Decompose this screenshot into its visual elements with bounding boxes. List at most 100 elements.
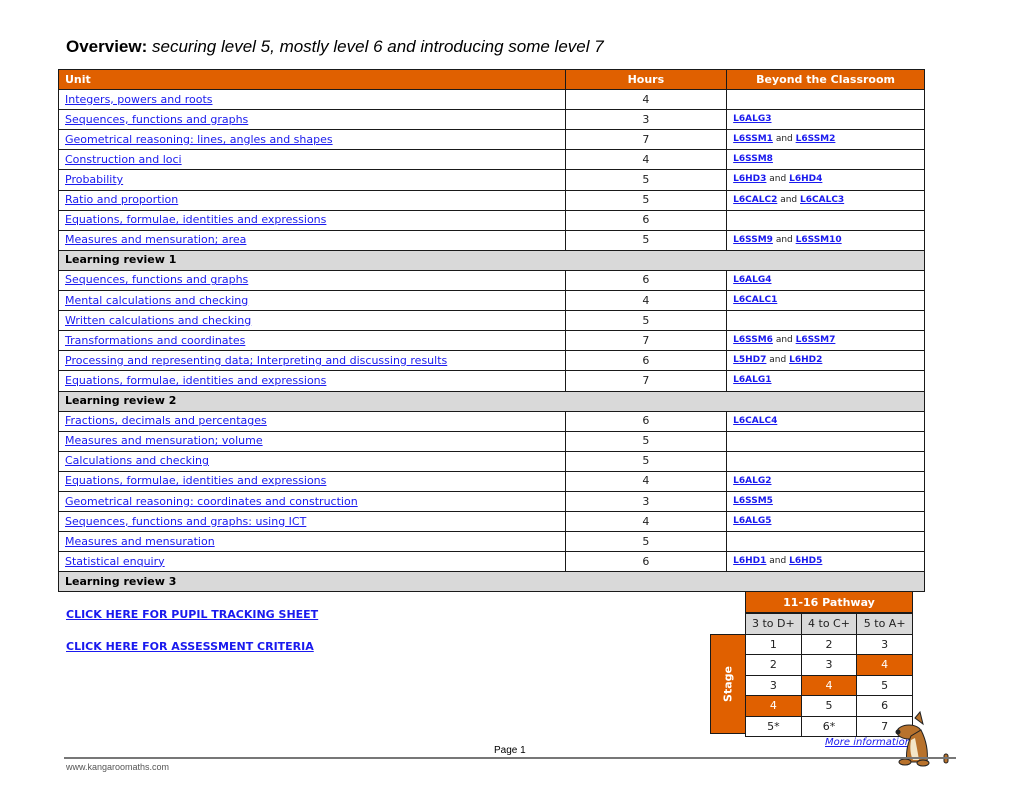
unit-link[interactable]: Processing and representing data; Interp…: [65, 354, 447, 367]
table-row: Probability 5 L6HD3 and L6HD4: [58, 169, 925, 191]
link-joiner: and: [769, 556, 787, 567]
beyond-cell: L6SSM5: [726, 490, 925, 513]
pathway-cell: 2: [800, 633, 858, 655]
resource-code-link[interactable]: L6SSM8: [733, 154, 773, 164]
unit-cell: Calculations and checking: [58, 450, 566, 472]
pupil-tracking-link[interactable]: CLICK HERE FOR PUPIL TRACKING SHEET: [66, 608, 318, 621]
table-row: Geometrical reasoning: coordinates and c…: [58, 490, 925, 513]
unit-link[interactable]: Geometrical reasoning: coordinates and c…: [65, 495, 358, 508]
pathway-table: 11-16 Pathway 3 to D+ 4 to C+ 5 to A+ 1 2 3 2 3…: [745, 591, 913, 737]
resource-code-link[interactable]: L6HD5: [789, 556, 822, 566]
footer-divider: [64, 757, 956, 759]
resource-code-link[interactable]: L6SSM7: [796, 335, 836, 345]
resource-code-link[interactable]: L6SSM9: [733, 235, 773, 245]
resource-code-link[interactable]: L6SSM5: [733, 496, 773, 506]
table-row: Measures and mensuration 5: [58, 531, 925, 553]
title-italic: securing level 5, mostly level 6 and int…: [152, 37, 604, 56]
unit-link[interactable]: Geometrical reasoning: lines, angles and…: [65, 133, 333, 146]
unit-cell: Equations, formulae, identities and expr…: [58, 209, 566, 231]
resource-code-link[interactable]: L6HD2: [789, 355, 822, 365]
resource-code-link[interactable]: L6CALC4: [733, 416, 777, 426]
resource-code-link[interactable]: L6CALC3: [800, 195, 844, 205]
unit-link[interactable]: Written calculations and checking: [65, 314, 251, 327]
beyond-cell: L6HD1 and L6HD5: [726, 551, 925, 573]
resource-code-link[interactable]: L6SSM6: [733, 335, 773, 345]
assessment-criteria-link[interactable]: CLICK HERE FOR ASSESSMENT CRITERIA: [66, 640, 314, 653]
resource-code-link[interactable]: L6CALC1: [733, 295, 777, 305]
unit-link[interactable]: Transformations and coordinates: [65, 334, 245, 347]
beyond-cell: L6CALC2 and L6CALC3: [726, 189, 925, 211]
resource-code-link[interactable]: L6HD3: [733, 174, 766, 184]
unit-link[interactable]: Equations, formulae, identities and expr…: [65, 213, 326, 226]
page-title: Overview: securing level 5, mostly level…: [66, 37, 604, 57]
table-row: Written calculations and checking 5: [58, 310, 925, 332]
resource-code-link[interactable]: L6SSM1: [733, 134, 773, 144]
resource-code-link[interactable]: L5HD7: [733, 355, 766, 365]
table-row: Ratio and proportion 5 L6CALC2 and L6CALC3: [58, 189, 925, 211]
unit-link[interactable]: Measures and mensuration; area: [65, 233, 246, 246]
beyond-cell: [726, 310, 925, 332]
pathway-cell: 1: [745, 633, 802, 655]
resource-code-link[interactable]: L6ALG1: [733, 375, 771, 385]
table-row: Sequences, functions and graphs 3 L6ALG3: [58, 109, 925, 131]
beyond-cell: L6ALG1: [726, 370, 925, 392]
unit-cell: Construction and loci: [58, 149, 566, 171]
unit-link[interactable]: Sequences, functions and graphs: using I…: [65, 515, 306, 528]
learning-review-label: Learning review 1: [58, 249, 925, 271]
pathway-cell: 3: [745, 674, 802, 696]
unit-link[interactable]: Probability: [65, 173, 123, 186]
unit-link[interactable]: Calculations and checking: [65, 454, 209, 467]
resource-code-link[interactable]: L6ALG5: [733, 516, 771, 526]
resource-code-link[interactable]: L6ALG3: [733, 114, 771, 124]
unit-cell: Integers, powers and roots: [58, 89, 566, 111]
pathway-row: 456: [745, 695, 913, 717]
kangaroo-mascot-icon: [895, 710, 949, 767]
beyond-cell: L6SSM9 and L6SSM10: [726, 229, 925, 251]
resource-code-link[interactable]: L6SSM2: [796, 134, 836, 144]
unit-cell: Measures and mensuration; area: [58, 229, 566, 251]
learning-review-row: Learning review 2: [58, 390, 925, 412]
header-unit: Unit: [58, 68, 566, 91]
beyond-cell: L6ALG5: [726, 511, 925, 533]
unit-cell: Processing and representing data; Interp…: [58, 350, 566, 372]
pathway-title: 11-16 Pathway: [745, 591, 913, 613]
table-row: Integers, powers and roots 4: [58, 89, 925, 111]
unit-cell: Measures and mensuration; volume: [58, 430, 566, 452]
unit-link[interactable]: Ratio and proportion: [65, 193, 178, 206]
unit-cell: Written calculations and checking: [58, 310, 566, 332]
unit-link[interactable]: Construction and loci: [65, 153, 182, 166]
unit-link[interactable]: Fractions, decimals and percentages: [65, 414, 267, 427]
unit-link[interactable]: Equations, formulae, identities and expr…: [65, 474, 326, 487]
beyond-cell: L6SSM8: [726, 149, 925, 171]
table-row: Measures and mensuration; area 5 L6SSM9 an…: [58, 229, 925, 251]
unit-link[interactable]: Mental calculations and checking: [65, 294, 248, 307]
pathway-header-row: 3 to D+ 4 to C+ 5 to A+: [745, 613, 913, 635]
resource-code-link[interactable]: L6HD4: [789, 174, 822, 184]
learning-review-label: Learning review 2: [58, 390, 925, 412]
resource-code-link[interactable]: L6ALG4: [733, 275, 771, 285]
link-joiner: and: [780, 194, 798, 205]
unit-link[interactable]: Measures and mensuration; volume: [65, 434, 263, 447]
beyond-cell: [726, 531, 925, 553]
resource-code-link[interactable]: L6SSM10: [796, 235, 842, 245]
unit-link[interactable]: Integers, powers and roots: [65, 93, 213, 106]
beyond-cell: L6SSM1 and L6SSM2: [726, 129, 925, 151]
unit-link[interactable]: Equations, formulae, identities and expr…: [65, 374, 326, 387]
hours-cell: 7: [564, 129, 728, 151]
learning-review-row: Learning review 1: [58, 249, 925, 271]
unit-link[interactable]: Statistical enquiry: [65, 555, 165, 568]
pathway-column-header: 3 to D+: [745, 613, 802, 635]
unit-link[interactable]: Sequences, functions and graphs: [65, 113, 248, 126]
beyond-cell: [726, 430, 925, 452]
unit-cell: Fractions, decimals and percentages: [58, 410, 566, 432]
table-header-row: Unit Hours Beyond the Classroom: [58, 68, 925, 91]
unit-cell: Sequences, functions and graphs: [58, 269, 566, 292]
resource-code-link[interactable]: L6ALG2: [733, 476, 771, 486]
resource-code-link[interactable]: L6HD1: [733, 556, 766, 566]
table-row: Processing and representing data; Interp…: [58, 350, 925, 372]
resource-code-link[interactable]: L6CALC2: [733, 195, 777, 205]
unit-link[interactable]: Measures and mensuration: [65, 535, 215, 548]
unit-link[interactable]: Sequences, functions and graphs: [65, 273, 248, 286]
beyond-cell: L6HD3 and L6HD4: [726, 169, 925, 191]
hours-cell: 6: [564, 269, 728, 292]
